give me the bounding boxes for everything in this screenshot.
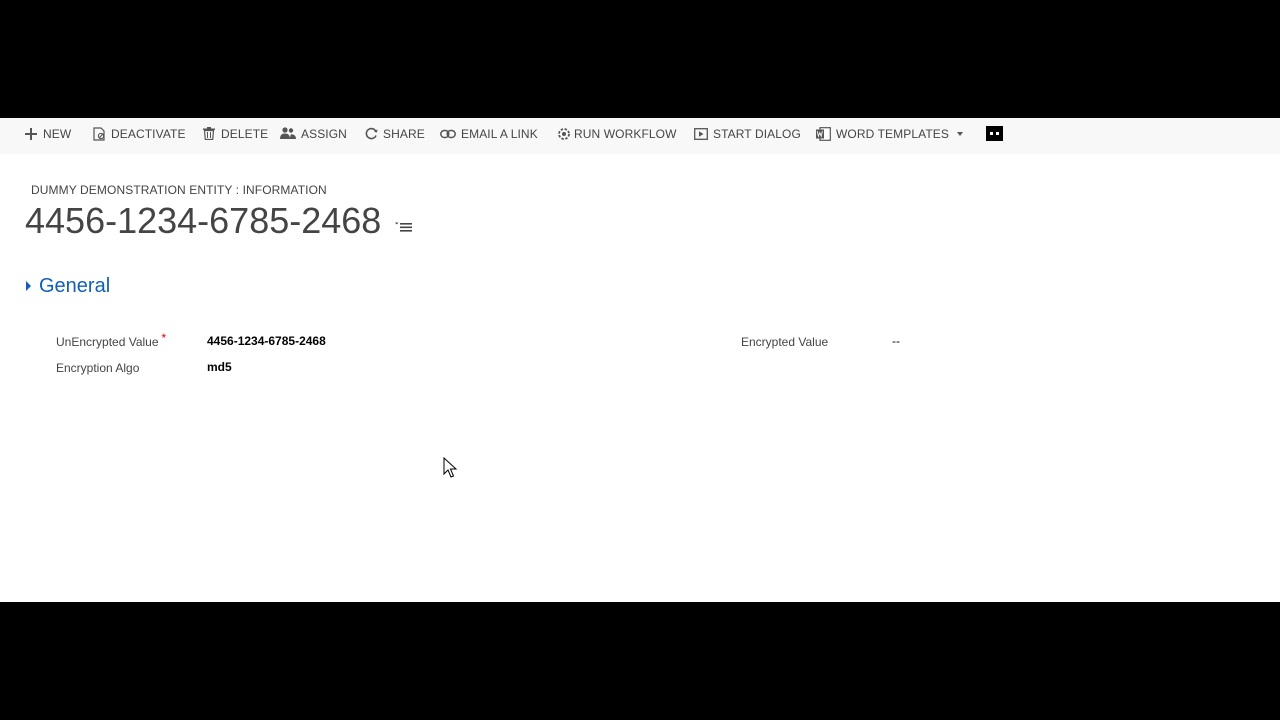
trash-icon xyxy=(202,127,216,141)
video-frame: NEW DEACTIVATE DELETE ASSIGN SHARE EMAIL… xyxy=(0,0,1280,720)
word-icon xyxy=(816,126,831,141)
required-indicator: * xyxy=(161,331,167,345)
deactivate-button[interactable]: DEACTIVATE xyxy=(92,118,186,149)
email-link-button[interactable]: EMAIL A LINK xyxy=(440,118,538,149)
word-templates-button[interactable]: WORD TEMPLATES xyxy=(816,118,963,149)
delete-label: DELETE xyxy=(221,126,269,141)
share-icon xyxy=(364,127,378,141)
deactivate-label: DEACTIVATE xyxy=(111,126,186,141)
start-dialog-label: START DIALOG xyxy=(713,126,801,141)
word-templates-label: WORD TEMPLATES xyxy=(836,126,949,141)
command-bar: NEW DEACTIVATE DELETE ASSIGN SHARE EMAIL… xyxy=(0,118,1280,154)
assign-button[interactable]: ASSIGN xyxy=(280,118,347,149)
plus-icon xyxy=(24,127,38,141)
crm-form: NEW DEACTIVATE DELETE ASSIGN SHARE EMAIL… xyxy=(0,118,1280,602)
unencrypted-label-text: UnEncrypted Value xyxy=(56,335,159,349)
share-label: SHARE xyxy=(383,126,425,141)
share-button[interactable]: SHARE xyxy=(364,118,425,149)
unencrypted-value-field[interactable]: 4456-1234-6785-2468 xyxy=(207,334,326,348)
dialog-icon xyxy=(694,127,708,141)
encrypted-value-label: Encrypted Value xyxy=(741,335,829,349)
entity-label: DUMMY DEMONSTRATION ENTITY : INFORMATION xyxy=(31,183,327,197)
run-workflow-button[interactable]: RUN WORKFLOW xyxy=(557,118,677,149)
record-title: 4456-1234-6785-2468 xyxy=(25,200,382,241)
new-button[interactable]: NEW xyxy=(24,118,71,149)
link-icon xyxy=(440,127,456,141)
encryption-algo-field[interactable]: md5 xyxy=(207,360,232,374)
assign-icon xyxy=(280,127,296,141)
deactivate-icon xyxy=(92,126,106,141)
workflow-icon xyxy=(557,127,571,141)
email-link-label: EMAIL A LINK xyxy=(461,126,538,141)
start-dialog-button[interactable]: START DIALOG xyxy=(694,118,801,149)
encrypted-value-field[interactable]: -- xyxy=(892,334,900,348)
delete-button[interactable]: DELETE xyxy=(202,118,268,149)
expand-arrow-icon xyxy=(26,281,31,291)
new-label: NEW xyxy=(43,126,72,141)
chevron-down-icon xyxy=(956,131,963,136)
assign-label: ASSIGN xyxy=(301,126,347,141)
section-title: General xyxy=(39,275,111,297)
run-workflow-label: RUN WORKFLOW xyxy=(574,126,677,141)
mouse-cursor-icon xyxy=(443,456,458,479)
unencrypted-value-label: UnEncrypted Value * xyxy=(56,331,166,349)
encryption-algo-label: Encryption Algo xyxy=(56,361,140,375)
more-icon[interactable] xyxy=(986,126,1003,141)
form-selector-icon[interactable] xyxy=(395,220,413,234)
section-general-toggle[interactable]: General xyxy=(26,274,110,298)
